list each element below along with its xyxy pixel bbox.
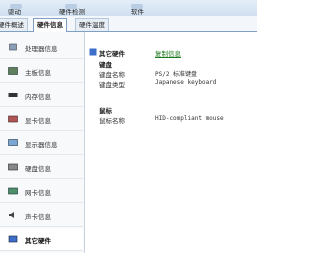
tab-hardware-info[interactable]: 硬件信息 — [33, 18, 67, 32]
tab-hardware-temperature[interactable]: 硬件温度 — [75, 18, 109, 31]
sidebar-item-monitor[interactable]: 显示器信息 — [0, 132, 83, 155]
software-icon — [131, 4, 143, 9]
copy-info-link[interactable]: 复制信息 — [155, 48, 181, 58]
toolbar: 驱动 硬件检测 软件 — [0, 0, 257, 19]
sidebar-item-label: 网卡信息 — [25, 189, 51, 197]
sidebar-item-harddisk[interactable]: 硬盘信息 — [0, 156, 83, 179]
memory-icon — [8, 93, 18, 97]
toolbar-button-software[interactable]: 软件 — [131, 4, 144, 16]
network-card-icon — [8, 187, 18, 195]
sidebar-item-label: 声卡信息 — [25, 213, 51, 221]
toolbar-button-label: 驱动 — [8, 8, 21, 16]
graphics-card-icon — [8, 115, 18, 123]
toolbar-button-label: 硬件检测 — [59, 8, 85, 16]
toolbar-button-driver[interactable]: 驱动 — [8, 4, 22, 16]
sidebar-item-label: 主板信息 — [25, 69, 51, 77]
section-title: 其它硬件 — [99, 50, 125, 58]
sidebar-item-network[interactable]: 网卡信息 — [0, 180, 83, 203]
sidebar-item-label: 内存信息 — [25, 93, 51, 101]
monitor-icon — [8, 139, 18, 146]
sidebar-item-label: 显卡信息 — [25, 117, 51, 125]
tab-bar: 硬件概述 硬件信息 硬件温度 — [0, 16, 257, 32]
sidebar-item-other[interactable]: 其它硬件 — [0, 228, 83, 251]
sidebar-item-graphics[interactable]: 显卡信息 — [0, 108, 83, 131]
speaker-icon — [9, 212, 14, 218]
mouse-name-label: 鼠标名称 — [99, 117, 125, 125]
mouse-name-value: HID-compliant mouse — [155, 115, 224, 122]
sidebar-item-sound[interactable]: 声卡信息 — [0, 204, 83, 227]
cpu-icon — [9, 43, 17, 51]
mouse-group-title: 鼠标 — [99, 107, 112, 115]
keyboard-name-value: PS/2 标准键盘 — [155, 71, 198, 78]
driver-icon — [10, 4, 22, 9]
sidebar-item-label: 其它硬件 — [25, 237, 51, 245]
sidebar-item-label: 显示器信息 — [25, 141, 58, 149]
harddisk-icon — [8, 163, 18, 171]
keyboard-name-label: 键盘名称 — [99, 71, 125, 79]
tab-hardware-overview[interactable]: 硬件概述 — [0, 18, 28, 31]
motherboard-icon — [8, 67, 18, 75]
sidebar-item-label: 处理器信息 — [25, 45, 58, 53]
toolbar-button-label: 软件 — [131, 8, 144, 16]
keyboard-group-title: 键盘 — [99, 61, 112, 69]
other-hardware-icon — [89, 48, 97, 56]
sidebar-item-label: 硬盘信息 — [25, 165, 51, 173]
hardware-icon — [65, 4, 77, 9]
sidebar-item-cpu[interactable]: 处理器信息 — [0, 36, 83, 59]
keyboard-type-value: Japanese keyboard — [155, 79, 217, 86]
sidebar: 处理器信息 主板信息 内存信息 显卡信息 显示器信息 硬盘信息 网卡信息 声卡信… — [0, 32, 85, 253]
other-hardware-icon — [8, 235, 18, 243]
keyboard-type-label: 键盘类型 — [99, 81, 125, 89]
sidebar-item-motherboard[interactable]: 主板信息 — [0, 60, 83, 83]
sidebar-item-memory[interactable]: 内存信息 — [0, 84, 83, 107]
details-panel: 其它硬件 复制信息 键盘 键盘名称 PS/2 标准键盘 键盘类型 Japanes… — [85, 32, 257, 253]
